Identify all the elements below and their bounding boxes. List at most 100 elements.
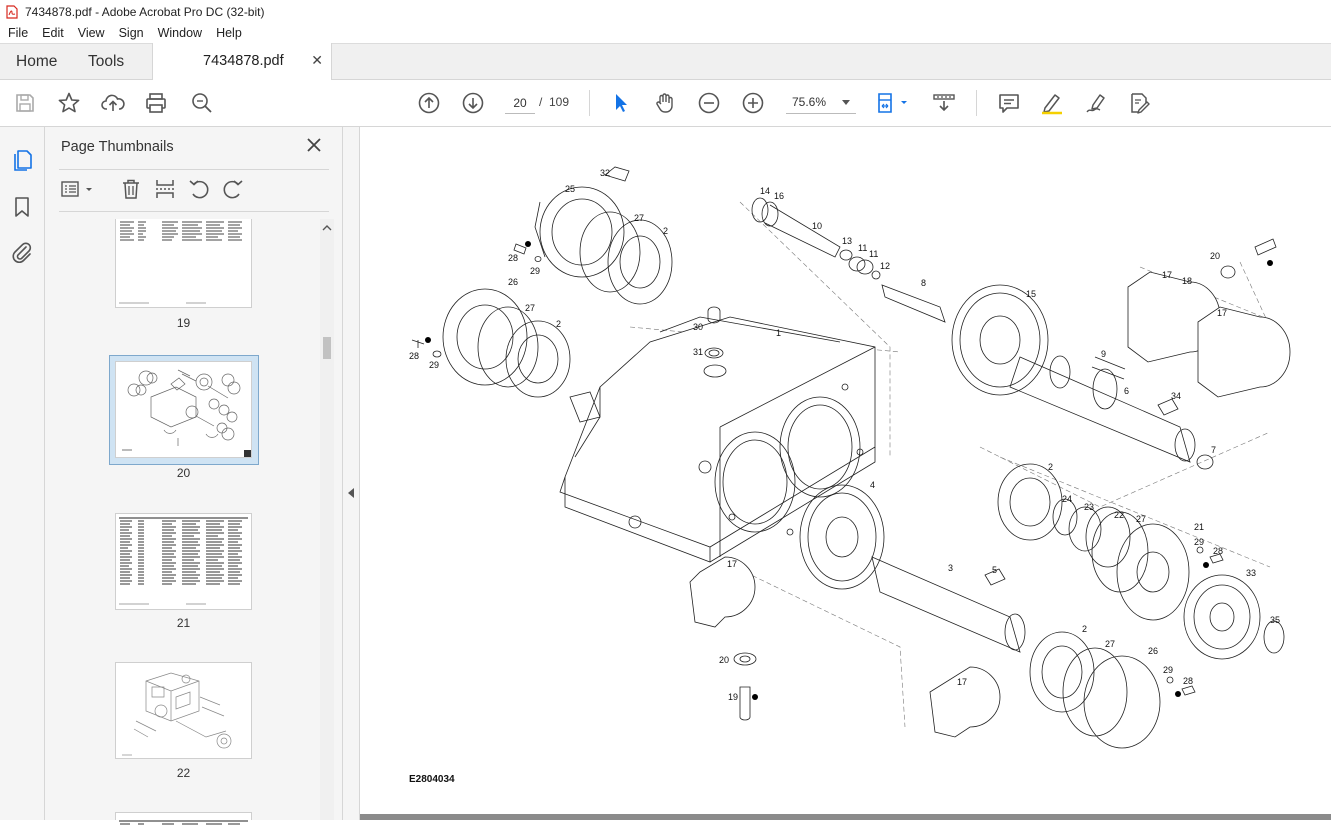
print-icon[interactable] <box>144 91 168 115</box>
bookmarks-icon[interactable] <box>10 195 34 219</box>
svg-text:27: 27 <box>634 213 644 223</box>
panel-divider <box>59 169 329 170</box>
svg-text:1: 1 <box>776 328 781 338</box>
thumbnail-options-icon[interactable] <box>61 178 95 200</box>
bookmark-star-icon[interactable] <box>57 91 81 115</box>
delete-trash-icon[interactable] <box>120 178 142 200</box>
tab-document[interactable]: 7434878.pdf ✕ <box>152 43 332 81</box>
svg-text:34: 34 <box>1171 391 1181 401</box>
svg-text:4: 4 <box>870 480 875 490</box>
thumbnail-page-20[interactable] <box>115 361 252 458</box>
tab-home[interactable]: Home <box>16 44 57 80</box>
exploded-parts-drawing: 1 2222 3 4 5 6 7 8 9 10 1111 12 13 14 15… <box>409 166 1291 749</box>
svg-text:7: 7 <box>1211 445 1216 455</box>
svg-text:17: 17 <box>1217 308 1227 318</box>
menu-edit[interactable]: Edit <box>35 26 71 40</box>
toolbar-divider <box>976 90 977 116</box>
acrobat-app-icon <box>6 4 18 19</box>
svg-text:35: 35 <box>1270 615 1280 625</box>
svg-text:20: 20 <box>1210 251 1220 261</box>
zoom-level-dropdown[interactable]: 75.6% <box>786 92 856 114</box>
svg-text:27: 27 <box>1136 514 1146 524</box>
select-cursor-icon[interactable] <box>609 91 633 115</box>
rotate-clockwise-icon[interactable] <box>222 178 244 200</box>
svg-text:27: 27 <box>525 303 535 313</box>
close-panel-icon[interactable] <box>305 136 323 154</box>
toolbar-divider <box>589 90 590 116</box>
document-tab-label: 7434878.pdf <box>203 53 284 69</box>
next-page-icon[interactable] <box>461 91 485 115</box>
chevron-down-icon <box>842 100 850 105</box>
tab-tools[interactable]: Tools <box>88 44 124 80</box>
page-bottom-edge <box>360 814 1331 820</box>
menu-window[interactable]: Window <box>151 26 209 40</box>
svg-text:28: 28 <box>1213 546 1223 556</box>
svg-text:9: 9 <box>1101 349 1106 359</box>
svg-text:6: 6 <box>1124 386 1129 396</box>
thumbnail-label: 19 <box>176 316 191 330</box>
svg-text:13: 13 <box>842 236 852 246</box>
attachments-paperclip-icon[interactable] <box>10 240 34 264</box>
svg-text:28: 28 <box>1183 676 1193 686</box>
upload-cloud-icon[interactable] <box>101 91 125 115</box>
zoom-in-icon[interactable] <box>741 91 765 115</box>
thumbnail-page-21[interactable] <box>115 513 252 610</box>
rotate-counterclockwise-icon[interactable] <box>188 178 210 200</box>
thumbnail-page-23[interactable] <box>115 812 252 825</box>
menu-help[interactable]: Help <box>209 26 249 40</box>
insert-page-icon[interactable] <box>154 178 176 200</box>
svg-text:22: 22 <box>1114 510 1124 520</box>
svg-text:15: 15 <box>1026 289 1036 299</box>
menu-file[interactable]: File <box>0 26 35 40</box>
scrolling-mode-icon[interactable] <box>932 91 956 115</box>
table-page-preview <box>119 517 248 605</box>
panel-collapse-handle[interactable] <box>343 127 360 820</box>
svg-text:3: 3 <box>948 563 953 573</box>
svg-text:2: 2 <box>556 319 561 329</box>
svg-text:2: 2 <box>1082 624 1087 634</box>
window-title: 7434878.pdf - Adobe Acrobat Pro DC (32-b… <box>25 4 265 19</box>
search-zoom-icon[interactable] <box>190 91 214 115</box>
svg-text:17: 17 <box>957 677 967 687</box>
thumbnail-page-22[interactable] <box>115 662 252 759</box>
menu-sign[interactable]: Sign <box>112 26 151 40</box>
svg-text:17: 17 <box>1162 270 1172 280</box>
svg-text:26: 26 <box>508 277 518 287</box>
sign-pen-icon[interactable] <box>1084 91 1108 115</box>
thumbnail-page-19[interactable] <box>115 219 252 308</box>
zoom-out-icon[interactable] <box>697 91 721 115</box>
total-pages: 109 <box>549 95 570 109</box>
save-icon[interactable] <box>13 91 37 115</box>
thumbnail-resize-handle[interactable] <box>244 450 251 457</box>
page-separator: / <box>539 95 543 109</box>
svg-text:20: 20 <box>719 655 729 665</box>
edit-pdf-icon[interactable] <box>1127 91 1151 115</box>
svg-text:11: 11 <box>869 249 878 259</box>
svg-text:11: 11 <box>858 243 867 253</box>
svg-text:16: 16 <box>774 191 784 201</box>
highlight-pen-icon[interactable] <box>1040 91 1064 115</box>
tab-bar: Home Tools 7434878.pdf ✕ <box>0 43 1331 81</box>
page-thumbnails-panel: Page Thumbnails 19 20 21 22 <box>45 127 343 825</box>
hand-tool-icon[interactable] <box>653 91 677 115</box>
svg-text:29: 29 <box>530 266 540 276</box>
scrollbar-thumb[interactable] <box>323 337 331 359</box>
svg-text:24: 24 <box>1062 494 1072 504</box>
collapse-left-icon <box>348 488 354 498</box>
svg-text:31: 31 <box>693 347 703 357</box>
scroll-up-icon[interactable] <box>322 224 332 232</box>
panel-title: Page Thumbnails <box>61 139 174 155</box>
left-navigation-rail <box>0 127 45 820</box>
comment-icon[interactable] <box>997 91 1021 115</box>
page-thumbnails-icon[interactable] <box>10 148 34 172</box>
fit-page-icon[interactable] <box>874 91 912 115</box>
thumbnail-scrollbar[interactable] <box>320 219 334 820</box>
document-viewport[interactable]: 1 2222 3 4 5 6 7 8 9 10 11 11 12 13 14 15… <box>360 127 1331 820</box>
engine-page-preview <box>122 672 232 756</box>
menu-bar: File Edit View Sign Window Help <box>0 23 1331 43</box>
svg-text:5: 5 <box>992 565 997 575</box>
page-number-input[interactable] <box>505 92 535 114</box>
previous-page-icon[interactable] <box>417 91 441 115</box>
close-tab-icon[interactable]: ✕ <box>311 52 323 69</box>
menu-view[interactable]: View <box>71 26 112 40</box>
